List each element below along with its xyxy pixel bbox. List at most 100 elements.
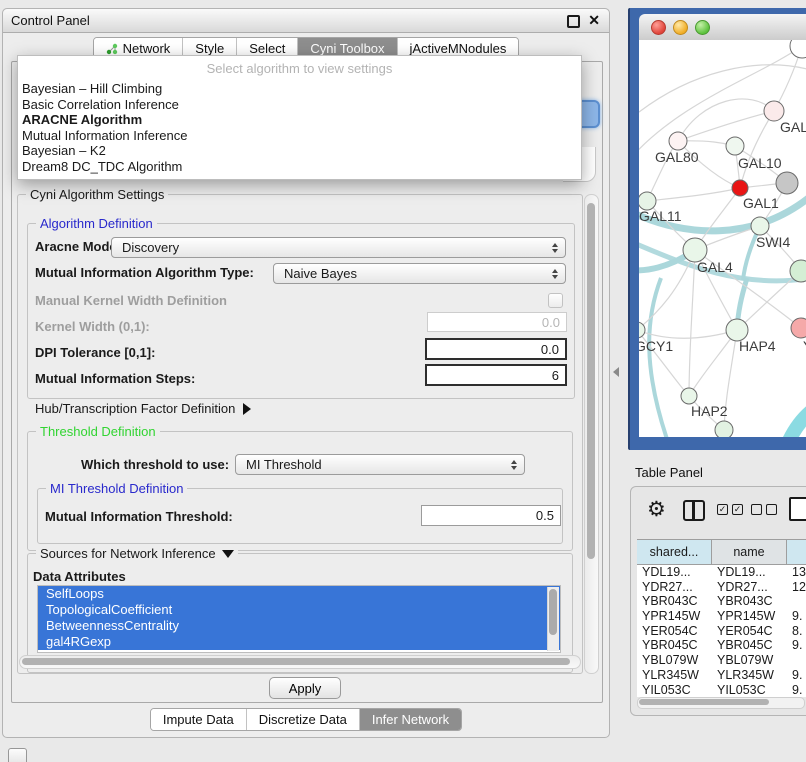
table-cell: 9. [787, 609, 806, 624]
minimize-traffic-light-icon[interactable] [673, 20, 688, 35]
apply-button[interactable]: Apply [269, 677, 341, 699]
network-node-label: SWI4 [756, 234, 790, 250]
list-scrollbar[interactable] [547, 587, 559, 651]
bottom-tab-row: Impute Data Discretize Data Infer Network [3, 708, 609, 731]
network-node-gal10[interactable] [726, 137, 744, 155]
table-cell: YER054C [712, 624, 787, 639]
attribute-list-item[interactable]: BetweennessCentrality [38, 618, 560, 634]
hub-definition-toggle[interactable]: Hub/Transcription Factor Definition [35, 401, 251, 416]
sources-toggle[interactable]: Sources for Network Inference [36, 546, 238, 561]
file-icon[interactable] [789, 497, 806, 521]
table-cell: YBR045C [712, 638, 787, 653]
table-row[interactable]: YDL19...YDL19...13 [637, 565, 806, 580]
dropdown-item[interactable]: Dream8 DC_TDC Algorithm [18, 159, 581, 175]
table-cell: YBR043C [637, 594, 712, 609]
attribute-list-item[interactable]: gal4RGexp [38, 634, 560, 650]
table-cell: YLR345W [712, 668, 787, 683]
mi-steps-input[interactable]: 6 [425, 364, 567, 386]
panel-splitter-handle[interactable] [613, 367, 619, 377]
dropdown-item[interactable]: Bayesian – K2 [18, 143, 581, 159]
table-cell: YDL19... [712, 565, 787, 580]
checked-boxes-icon[interactable]: ✓✓ [717, 504, 743, 515]
column-header-a[interactable]: A [787, 540, 806, 564]
network-edge[interactable] [647, 188, 740, 201]
table-horizontal-scrollbar[interactable] [637, 697, 805, 709]
table-row[interactable]: YBL079WYBL079W [637, 653, 806, 668]
float-icon[interactable] [567, 15, 580, 28]
control-panel-window: Control Panel ✕ NetworkStyleSelectCyni T… [2, 8, 610, 738]
network-node-label: GAL10 [738, 155, 782, 171]
columns-icon[interactable] [683, 500, 705, 521]
tab-impute-data[interactable]: Impute Data [151, 709, 247, 730]
dropdown-item[interactable]: Bayesian – Hill Climbing [18, 81, 581, 97]
attribute-list-item[interactable]: TopologicalCoefficient [38, 602, 560, 618]
table-cell [787, 594, 806, 609]
network-edge[interactable] [740, 111, 774, 188]
zoom-traffic-light-icon[interactable] [695, 20, 710, 35]
tab-infer-network[interactable]: Infer Network [360, 709, 461, 730]
network-node-swi4[interactable] [751, 217, 769, 235]
network-node-gal[interactable] [764, 101, 784, 121]
network-node-hap2[interactable] [681, 388, 697, 404]
column-header-shared[interactable]: shared... [637, 540, 712, 564]
table-cell: 8. [787, 624, 806, 639]
settings-horizontal-scrollbar[interactable] [19, 655, 581, 669]
column-header-name[interactable]: name [712, 540, 787, 564]
network-node-gal80[interactable] [669, 132, 687, 150]
close-icon[interactable]: ✕ [588, 12, 600, 29]
dropdown-item[interactable]: Mutual Information Inference [18, 128, 581, 144]
tab-label: Discretize Data [259, 712, 347, 727]
mi-threshold-input[interactable]: 0.5 [421, 505, 561, 526]
settings-vertical-scrollbar[interactable] [584, 194, 599, 674]
network-canvas[interactable]: GALGAL80GAL10GAL1GAL11SWI4GAL4GCY1HAP4YH… [639, 40, 806, 437]
gear-icon[interactable]: ⚙ [647, 497, 666, 522]
network-edge[interactable] [787, 400, 806, 437]
minimized-panel-icon[interactable] [8, 748, 27, 762]
dropdown-item[interactable]: Basic Correlation Inference [18, 97, 581, 113]
table-toolbar: ⚙ ✓✓ [631, 487, 806, 535]
network-edge[interactable] [678, 99, 774, 141]
network-edge[interactable] [689, 250, 695, 396]
data-attributes-list[interactable]: SelfLoopsTopologicalCoefficientBetweenne… [37, 585, 561, 653]
network-node[interactable] [715, 421, 733, 437]
tab-label: Infer Network [372, 712, 449, 727]
tab-discretize-data[interactable]: Discretize Data [247, 709, 360, 730]
bottom-tabs: Impute Data Discretize Data Infer Network [150, 708, 462, 731]
table-row[interactable]: YIL053CYIL053C9. [637, 683, 806, 698]
table-row[interactable]: YPR145WYPR145W9. [637, 609, 806, 624]
table-cell: 13 [787, 565, 806, 580]
which-threshold-select[interactable]: MI Threshold [235, 454, 525, 475]
dpi-tolerance-input[interactable]: 0.0 [425, 338, 567, 360]
table-row[interactable]: YER054CYER054C8. [637, 624, 806, 639]
table-row[interactable]: YBR043CYBR043C [637, 594, 806, 609]
mi-steps-label: Mutual Information Steps: [35, 371, 195, 386]
manual-kernel-checkbox[interactable] [548, 293, 563, 308]
network-edge[interactable] [689, 330, 737, 396]
dpi-tolerance-label: DPI Tolerance [0,1]: [35, 345, 155, 360]
table-cell: YPR145W [712, 609, 787, 624]
network-window-titlebar[interactable] [639, 14, 806, 41]
table-cell: YBR043C [712, 594, 787, 609]
table-cell: YBL079W [712, 653, 787, 668]
network-node[interactable] [776, 172, 798, 194]
aracne-mode-select[interactable]: Discovery [111, 237, 566, 258]
network-node[interactable] [790, 40, 806, 58]
mi-type-select[interactable]: Naive Bayes [273, 263, 566, 284]
which-threshold-label: Which threshold to use: [81, 457, 229, 472]
dropdown-item[interactable]: ARACNE Algorithm [18, 112, 581, 128]
tab-label: jActiveMNodules [410, 41, 507, 56]
table-cell: YIL053C [712, 683, 787, 698]
table-row[interactable]: YDR27...YDR27...12 [637, 580, 806, 595]
table-row[interactable]: YBR045CYBR045C9. [637, 638, 806, 653]
close-traffic-light-icon[interactable] [651, 20, 666, 35]
unchecked-boxes-icon[interactable] [751, 504, 777, 515]
attribute-list-item[interactable]: SelfLoops [38, 586, 560, 602]
kernel-width-input[interactable]: 0.0 [427, 312, 567, 332]
network-node-gal1[interactable] [732, 180, 748, 196]
table-row[interactable]: YLR345WYLR345W9. [637, 668, 806, 683]
aracne-mode-label: Aracne Mode: [35, 239, 121, 254]
tab-label: Select [249, 41, 285, 56]
table-panel-title: Table Panel [635, 465, 703, 480]
network-node-y[interactable] [791, 318, 806, 338]
spinner-arrows-icon [552, 243, 558, 253]
